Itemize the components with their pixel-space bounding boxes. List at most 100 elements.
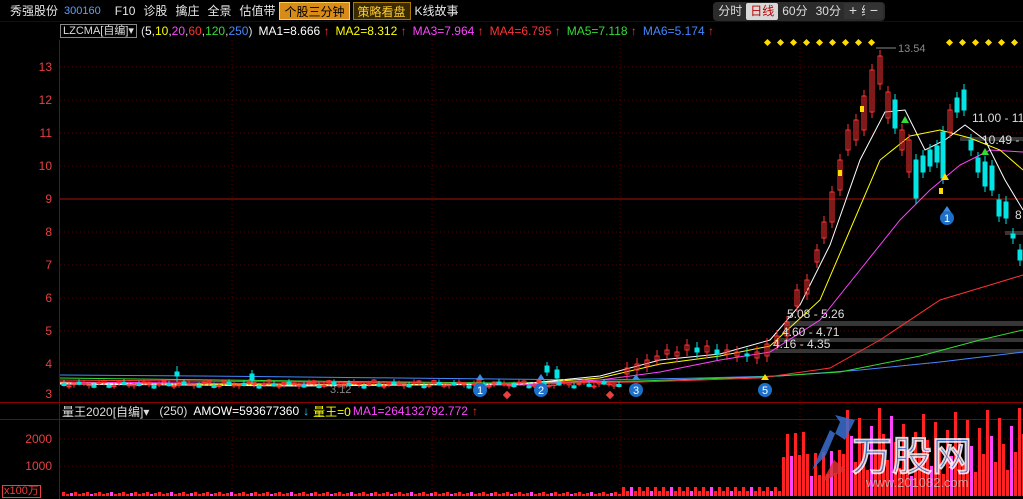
- volume-bar: [226, 493, 229, 496]
- volume-bar: [354, 494, 357, 496]
- volume-bar: [482, 492, 485, 496]
- volume-bar: [458, 492, 461, 496]
- candle: [156, 381, 162, 388]
- volume-bar: [310, 493, 313, 496]
- moving-averages: [59, 109, 1023, 387]
- candle: [989, 160, 995, 196]
- signal-diamond: [854, 38, 863, 47]
- candle: [446, 382, 452, 389]
- band-annotation-3: 8: [1015, 208, 1022, 222]
- volume-bar: [978, 428, 981, 496]
- volume-bar: [754, 491, 757, 496]
- volume-bar: [222, 494, 225, 496]
- volume-bar: [790, 456, 793, 496]
- volume-bar: [658, 491, 661, 496]
- volume-bar: [706, 491, 709, 496]
- candle: [136, 380, 142, 387]
- candle: [321, 382, 327, 389]
- volume-bar: [318, 494, 321, 496]
- volume-bar: [114, 494, 117, 496]
- volume-bar: [86, 492, 89, 496]
- volume-bar: [778, 491, 781, 496]
- volume-bar: [462, 494, 465, 496]
- volume-bar: [774, 487, 777, 496]
- volume-bar: [250, 493, 253, 496]
- candle: [491, 381, 497, 388]
- volume-bar: [430, 493, 433, 496]
- volume-bar: [98, 492, 101, 496]
- volume-bar: [582, 494, 585, 496]
- candle: [551, 382, 557, 389]
- volume-bar: [210, 494, 213, 496]
- volume-bar: [314, 492, 317, 496]
- volume-bar: [74, 492, 77, 496]
- volume-bar: [598, 493, 601, 496]
- candle: [913, 154, 919, 204]
- volume-bar: [426, 494, 429, 496]
- volume-bar: [330, 494, 333, 496]
- volume-bar: [766, 487, 769, 496]
- candle: [296, 382, 302, 389]
- volume-bar: [94, 493, 97, 496]
- volume-bar: [382, 493, 385, 496]
- volume-indicator-selector[interactable]: 量王2020[自编]▾: [62, 403, 149, 420]
- volume-bar: [610, 493, 613, 496]
- volume-bar: [342, 494, 345, 496]
- volume-bar: [650, 491, 653, 496]
- volume-bar: [750, 487, 753, 496]
- volume-bar: [726, 487, 729, 496]
- band-annotation-6: 4.16 - 4.35: [773, 337, 831, 351]
- candle: [461, 381, 467, 388]
- volume-bar: [994, 462, 997, 496]
- volume-bar: [798, 455, 801, 496]
- band-annotation-4: 5.08 - 5.26: [787, 307, 845, 321]
- volume-bar: [834, 473, 837, 496]
- volume-bar: [998, 418, 1001, 496]
- volume-bar: [262, 493, 265, 496]
- high-annotation: 13.54: [898, 43, 926, 55]
- volume-bar: [990, 436, 993, 496]
- svg-text:2: 2: [538, 385, 544, 397]
- signal-diamonds: [763, 38, 1019, 47]
- volume-bar: [542, 492, 545, 496]
- candle: [674, 346, 680, 362]
- volume-bar: [534, 494, 537, 496]
- volume-bar: [730, 491, 733, 496]
- volume-bar: [346, 493, 349, 496]
- kline-chart[interactable]: 13.54 3.12 11.00 - 11 10.49 - 8 5.08 - 5…: [0, 0, 1023, 499]
- candle: [804, 274, 810, 300]
- volume-bar: [246, 494, 249, 496]
- low-annotation: 3.12: [330, 384, 351, 396]
- volume-bar: [90, 494, 93, 496]
- volume-bar: [394, 493, 397, 496]
- volume-bar: [510, 494, 513, 496]
- volume-bar: [606, 494, 609, 496]
- candle: [877, 50, 883, 90]
- vol-axis-2000: 2000: [25, 432, 52, 446]
- candle: [81, 379, 87, 386]
- volume-bar: [538, 493, 541, 496]
- volume-bar: [478, 493, 481, 496]
- candle: [861, 90, 867, 136]
- volume-indicator-name: 量王2020[自编]: [62, 404, 144, 419]
- volume-bar: [662, 487, 665, 496]
- volume-bar: [786, 434, 789, 496]
- candle: [1003, 196, 1009, 224]
- svg-text:1: 1: [944, 213, 950, 225]
- candle: [954, 92, 960, 118]
- volume-bar: [214, 493, 217, 496]
- candle: [684, 339, 690, 356]
- volume-bar: [218, 492, 221, 496]
- volume-bar: [526, 493, 529, 496]
- volume-bar: [762, 491, 765, 496]
- volume-bar: [818, 475, 821, 496]
- volume-bar: [574, 493, 577, 496]
- candle: [961, 84, 967, 116]
- candle: [86, 382, 92, 389]
- volume-bar: [502, 493, 505, 496]
- axis-9: 9: [45, 192, 52, 206]
- volume-bar: [378, 494, 381, 496]
- volume-bar: [442, 493, 445, 496]
- candle: [664, 344, 670, 360]
- volume-bar: [138, 494, 141, 496]
